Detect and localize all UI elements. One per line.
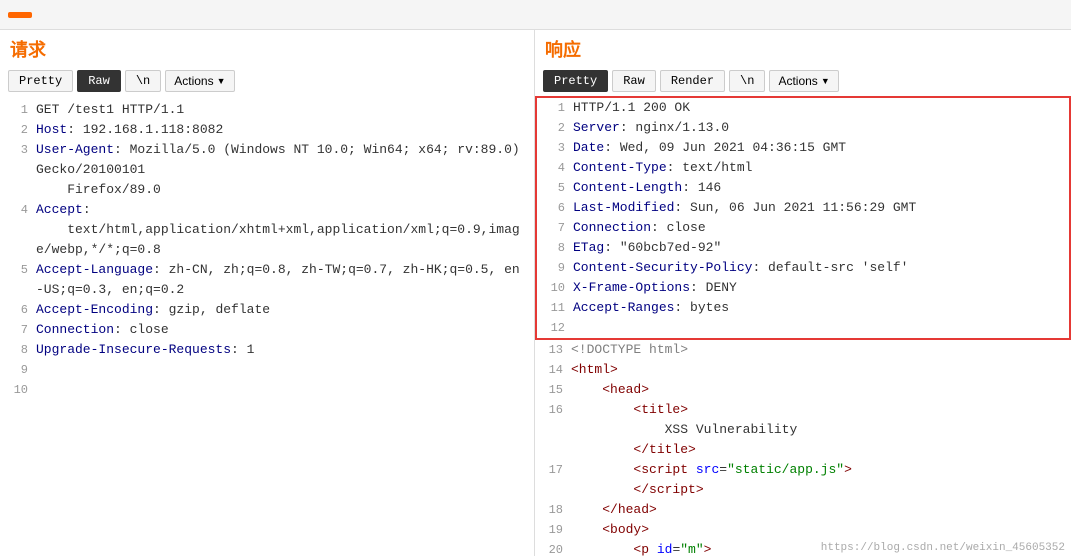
resp-line-6: 6 Last-Modified: Sun, 06 Jun 2021 11:56:… [537, 198, 1069, 218]
left-panel: 请求 Pretty Raw \n Actions ▼ 1 GET /test1 … [0, 30, 535, 556]
top-bar [0, 0, 1071, 30]
main-container: 请求 Pretty Raw \n Actions ▼ 1 GET /test1 … [0, 30, 1071, 556]
resp-line-5: 5 Content-Length: 146 [537, 178, 1069, 198]
left-actions-chevron-icon: ▼ [217, 76, 226, 86]
body-line-19: 19 <body> [535, 520, 1071, 540]
left-panel-title: 请求 [0, 30, 534, 66]
req-line-1: 1 GET /test1 HTTP/1.1 [0, 100, 534, 120]
body-line-18: 18 </head> [535, 500, 1071, 520]
body-line-16: 16 <title> XSS Vulnerability </title> [535, 400, 1071, 460]
resp-line-3: 3 Date: Wed, 09 Jun 2021 04:36:15 GMT [537, 138, 1069, 158]
left-newline-btn[interactable]: \n [125, 70, 161, 92]
body-line-17: 17 <script src="static/app.js"> </script… [535, 460, 1071, 500]
left-content-area: 1 GET /test1 HTTP/1.1 2 Host: 192.168.1.… [0, 96, 534, 556]
response-header-content: 1 HTTP/1.1 200 OK 2 Server: nginx/1.13.0… [537, 98, 1069, 338]
body-line-13: 13 <!DOCTYPE html> [535, 340, 1071, 360]
body-line-14: 14 <html> [535, 360, 1071, 380]
req-line-4: 4 Accept: text/html,application/xhtml+xm… [0, 200, 534, 260]
resp-line-10: 10 X-Frame-Options: DENY [537, 278, 1069, 298]
left-toolbar: Pretty Raw \n Actions ▼ [0, 66, 534, 96]
bottom-url: https://blog.csdn.net/weixin_45605352 [815, 540, 1071, 556]
left-actions-btn[interactable]: Actions ▼ [165, 70, 234, 92]
req-line-8: 8 Upgrade-Insecure-Requests: 1 [0, 340, 534, 360]
right-newline-btn[interactable]: \n [729, 70, 765, 92]
right-panel: 响应 Pretty Raw Render \n Actions ▼ 1 HTTP… [535, 30, 1071, 556]
orange-button[interactable] [8, 12, 32, 18]
right-scroll-area: 1 HTTP/1.1 200 OK 2 Server: nginx/1.13.0… [535, 96, 1071, 556]
resp-line-8: 8 ETag: "60bcb7ed-92" [537, 238, 1069, 258]
resp-line-2: 2 Server: nginx/1.13.0 [537, 118, 1069, 138]
right-actions-btn[interactable]: Actions ▼ [769, 70, 838, 92]
left-pretty-btn[interactable]: Pretty [8, 70, 73, 92]
req-line-3: 3 User-Agent: Mozilla/5.0 (Windows NT 10… [0, 140, 534, 200]
resp-line-12: 12 [537, 318, 1069, 338]
right-pretty-btn[interactable]: Pretty [543, 70, 608, 92]
req-line-7: 7 Connection: close [0, 320, 534, 340]
response-header-box: 1 HTTP/1.1 200 OK 2 Server: nginx/1.13.0… [535, 96, 1071, 340]
right-render-btn[interactable]: Render [660, 70, 725, 92]
req-line-10: 10 [0, 380, 534, 400]
req-line-2: 2 Host: 192.168.1.118:8082 [0, 120, 534, 140]
resp-line-11: 11 Accept-Ranges: bytes [537, 298, 1069, 318]
right-raw-btn[interactable]: Raw [612, 70, 656, 92]
right-toolbar: Pretty Raw Render \n Actions ▼ [535, 66, 1071, 96]
resp-line-9: 9 Content-Security-Policy: default-src '… [537, 258, 1069, 278]
resp-line-4: 4 Content-Type: text/html [537, 158, 1069, 178]
right-actions-chevron-icon: ▼ [821, 76, 830, 86]
body-line-15: 15 <head> [535, 380, 1071, 400]
req-line-9: 9 [0, 360, 534, 380]
resp-line-1: 1 HTTP/1.1 200 OK [537, 98, 1069, 118]
left-raw-btn[interactable]: Raw [77, 70, 121, 92]
resp-line-7: 7 Connection: close [537, 218, 1069, 238]
right-panel-title: 响应 [535, 30, 1071, 66]
req-line-6: 6 Accept-Encoding: gzip, deflate [0, 300, 534, 320]
req-line-5: 5 Accept-Language: zh-CN, zh;q=0.8, zh-T… [0, 260, 534, 300]
